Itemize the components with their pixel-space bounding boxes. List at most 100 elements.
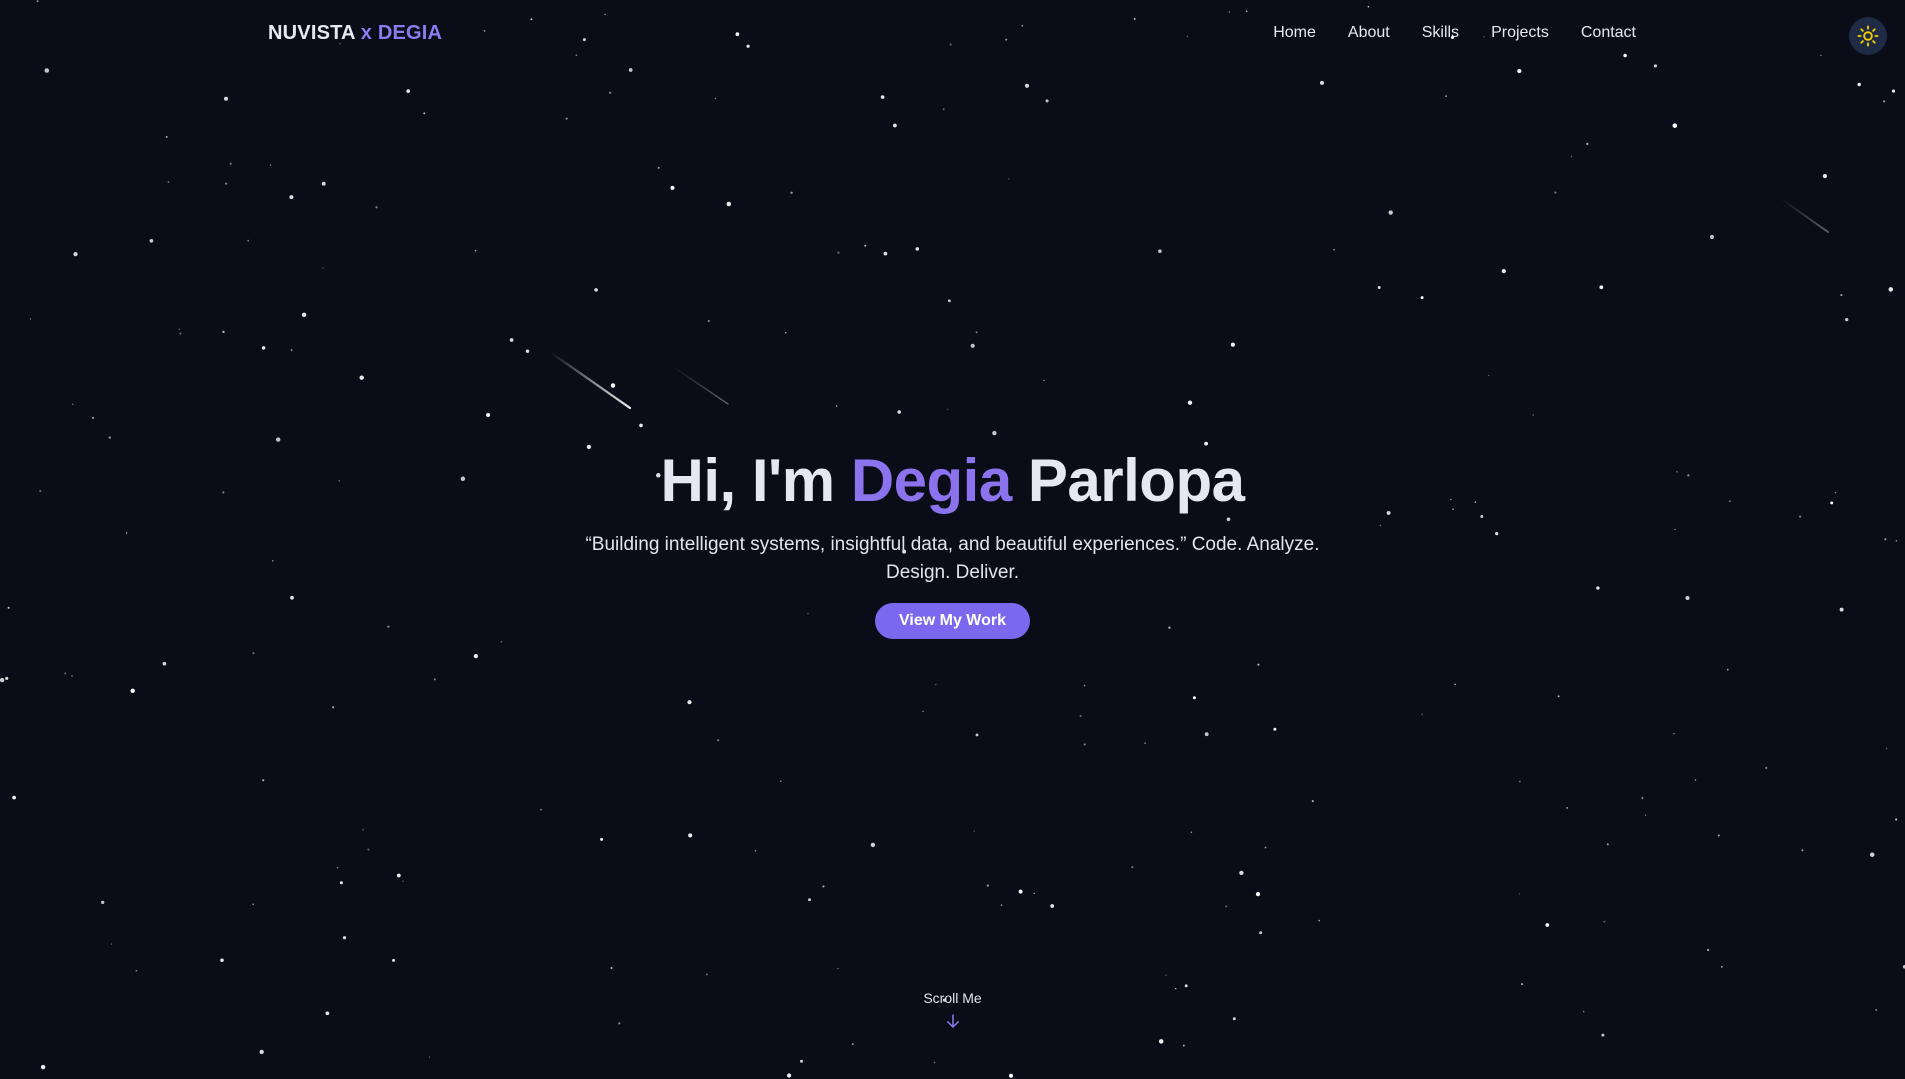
star <box>179 332 182 335</box>
star <box>402 880 404 882</box>
star <box>167 181 170 183</box>
star <box>1273 727 1277 731</box>
star <box>837 251 840 254</box>
star <box>942 108 945 111</box>
star <box>5 676 9 680</box>
star <box>1726 668 1729 671</box>
star <box>1570 155 1573 158</box>
star <box>130 688 135 693</box>
star <box>610 967 613 969</box>
star <box>40 1064 46 1070</box>
star <box>784 331 787 334</box>
star <box>1318 919 1321 922</box>
star <box>893 123 897 128</box>
site-logo[interactable]: NUVISTA x DEGIA <box>268 22 442 45</box>
nav-projects[interactable]: Projects <box>1491 24 1549 42</box>
star <box>91 416 95 419</box>
nav-contact[interactable]: Contact <box>1581 24 1636 42</box>
star <box>986 884 990 887</box>
scroll-indicator[interactable]: Scroll Me <box>0 990 1905 1035</box>
star <box>1182 1044 1185 1047</box>
star <box>790 191 793 194</box>
star <box>71 403 74 406</box>
star <box>509 338 514 342</box>
star <box>1024 83 1030 88</box>
star <box>870 842 876 848</box>
hero-tagline: “Building intelligent systems, insightfu… <box>585 534 1320 583</box>
shooting-star <box>671 365 729 405</box>
star <box>359 375 364 380</box>
star <box>1043 379 1045 382</box>
star <box>880 95 885 99</box>
view-my-work-button[interactable]: View My Work <box>875 603 1030 639</box>
star <box>1421 713 1423 715</box>
star <box>101 900 105 905</box>
star <box>224 182 228 185</box>
star <box>1840 294 1843 297</box>
star <box>108 436 111 439</box>
star <box>1720 966 1723 968</box>
star <box>1158 249 1162 253</box>
star <box>975 331 978 334</box>
star <box>406 89 411 93</box>
star <box>1079 714 1082 718</box>
star <box>1869 852 1875 857</box>
star <box>262 779 265 782</box>
star <box>1545 923 1550 927</box>
star <box>342 936 347 940</box>
star <box>639 423 643 428</box>
star <box>1586 142 1589 145</box>
star <box>1501 269 1506 274</box>
star <box>1144 742 1147 745</box>
star <box>1239 870 1244 876</box>
star <box>1008 178 1010 180</box>
star <box>600 837 604 841</box>
star <box>800 1059 803 1063</box>
star <box>289 195 294 200</box>
theme-toggle-button[interactable] <box>1849 17 1887 55</box>
scroll-label: Scroll Me <box>923 990 982 1006</box>
star <box>423 112 426 115</box>
shooting-star <box>1779 197 1829 233</box>
star <box>1885 747 1888 750</box>
star <box>779 780 782 783</box>
star <box>947 299 951 303</box>
nav-about[interactable]: About <box>1348 24 1390 42</box>
star <box>433 678 436 681</box>
star <box>0 677 5 683</box>
star <box>608 91 612 94</box>
star <box>1083 684 1086 687</box>
star <box>935 683 937 686</box>
star <box>670 185 675 190</box>
hero-section: Hi, I'm Degia Parlopa “Building intellig… <box>0 445 1905 639</box>
star <box>474 249 477 252</box>
star <box>922 710 924 713</box>
star <box>252 652 255 655</box>
star <box>473 653 479 659</box>
star <box>1707 948 1710 952</box>
star <box>1131 865 1134 869</box>
star <box>290 349 293 351</box>
star <box>1264 846 1267 849</box>
star <box>224 96 228 101</box>
star <box>178 328 181 331</box>
star <box>933 1061 936 1064</box>
star <box>1603 920 1606 923</box>
star <box>726 201 732 207</box>
star <box>1554 191 1557 194</box>
star <box>1599 285 1604 290</box>
star <box>269 164 272 166</box>
star <box>973 830 975 832</box>
star <box>1673 733 1675 735</box>
star <box>64 672 67 675</box>
star <box>687 700 692 705</box>
star <box>1083 743 1086 746</box>
star <box>149 238 154 243</box>
star <box>1420 296 1424 300</box>
star <box>1518 893 1521 895</box>
main-nav: Home About Skills Projects Contact <box>1273 24 1636 42</box>
nav-home[interactable]: Home <box>1273 24 1316 42</box>
star <box>975 733 979 737</box>
nav-skills[interactable]: Skills <box>1422 24 1459 42</box>
star <box>1377 286 1381 289</box>
